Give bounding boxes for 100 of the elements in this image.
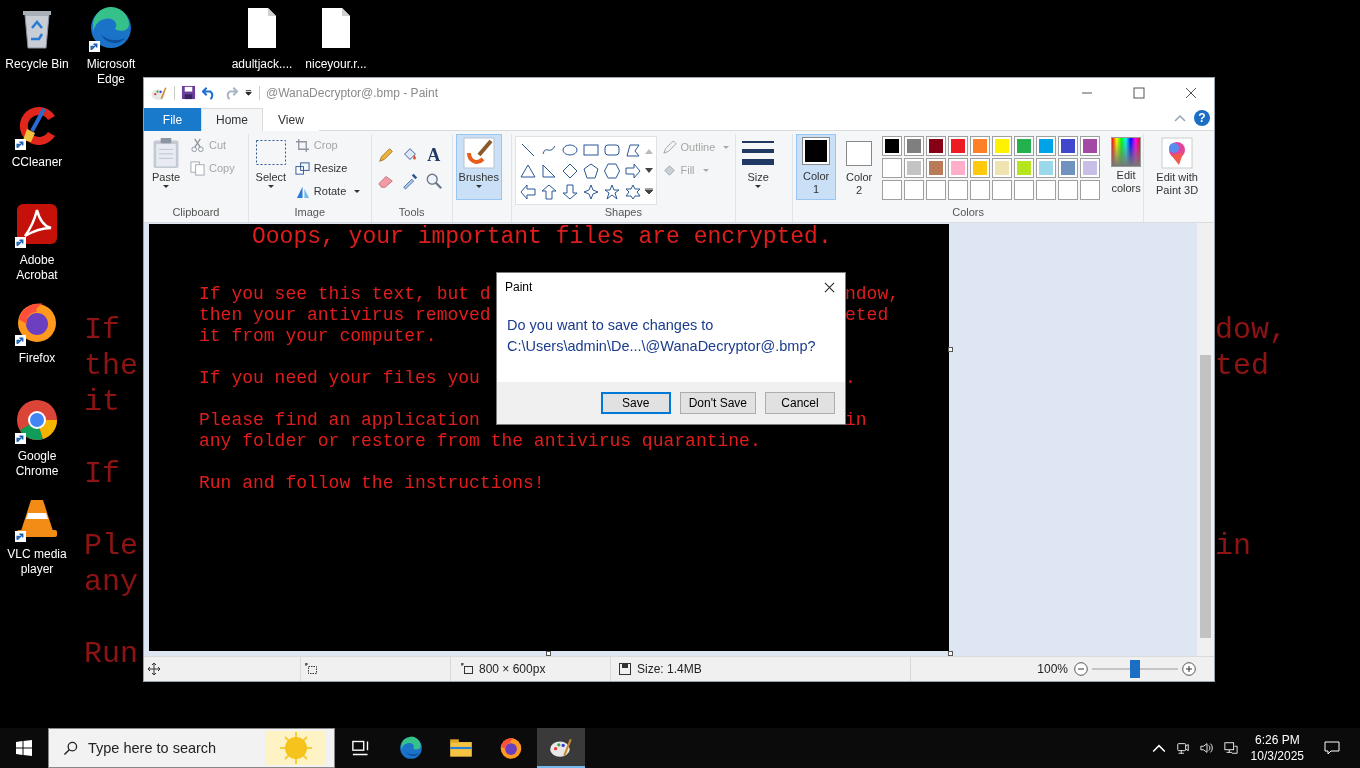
right-triangle-icon[interactable] [540,162,557,179]
zoom-in-icon[interactable] [1182,662,1196,676]
desktop-icon-label[interactable]: CCleaner [11,155,63,170]
palette-swatch[interactable] [1014,136,1035,156]
palette-swatch[interactable] [948,136,969,156]
left-arrow-icon[interactable] [519,183,536,200]
diamond-icon[interactable] [561,162,578,179]
zoom-out-icon[interactable] [1074,662,1088,676]
camera-icon[interactable] [1175,741,1190,755]
rotate-button[interactable]: Rotate [292,180,363,202]
six-point-star-icon[interactable] [624,183,641,200]
resize-handle[interactable] [546,651,551,656]
triangle-icon[interactable] [519,162,536,179]
palette-swatch[interactable] [1014,158,1035,178]
desktop-icon-label[interactable]: Adobe Acrobat [0,253,74,283]
color-2-button[interactable]: Color 2 [839,134,880,200]
pencil-icon[interactable] [376,146,395,164]
windows-start-icon[interactable] [16,740,32,756]
dialog-button[interactable]: Cancel [765,392,835,414]
desktop-icon-label[interactable]: Google Chrome [0,449,74,479]
search-field[interactable]: Type here to search [48,728,335,768]
five-point-star-icon[interactable] [603,183,620,200]
wallpaper-text: Run [84,636,138,672]
desktop-icon-label[interactable]: niceyour.r... [305,57,367,72]
brushes-button[interactable]: Brushes [455,134,502,200]
hexagon-icon[interactable] [603,162,620,179]
palette-swatch[interactable] [904,158,925,178]
resize-handle[interactable] [948,651,953,656]
select-button[interactable]: Select [251,134,290,200]
magnifier-icon[interactable] [424,172,443,190]
edit-with-paint-3d-button[interactable]: Edit with Paint 3D [1147,134,1208,200]
edit-colors-button[interactable]: Edit colors [1103,134,1150,200]
palette-swatch[interactable] [1080,136,1101,156]
vertical-scrollbar[interactable] [1197,223,1214,656]
palette-swatch[interactable] [970,136,991,156]
desktop-icon-label[interactable]: adultjack.... [231,57,293,72]
desktop-icon-label[interactable]: Microsoft Edge [74,57,148,87]
palette-swatch[interactable] [1058,136,1079,156]
speaker-icon[interactable] [1199,741,1214,755]
polygon-icon[interactable] [624,141,641,158]
down-arrow-icon[interactable] [561,183,578,200]
help-button[interactable]: ? [1194,110,1210,126]
firefox-icon [498,735,524,761]
clock-date[interactable]: 10/3/2025 [1250,748,1304,764]
size-button[interactable]: Size [739,134,778,200]
zoom-slider-thumb[interactable] [1130,660,1140,678]
four-point-star-icon[interactable] [582,183,599,200]
right-arrow-icon[interactable] [624,162,641,179]
notifications-icon[interactable] [1324,740,1340,756]
clock-time[interactable]: 6:26 PM [1254,732,1300,748]
line-icon[interactable] [519,141,536,158]
network-icon[interactable] [1223,741,1238,755]
move-icon [148,663,160,675]
palette-swatch[interactable] [882,136,903,156]
pentagon-icon[interactable] [582,162,599,179]
palette-swatch[interactable] [1036,158,1057,178]
ribbon-tab[interactable]: File [144,108,201,131]
resize-button[interactable]: Resize [292,157,363,179]
palette-swatch[interactable] [992,136,1013,156]
paste-button[interactable]: Paste [147,134,185,200]
ribbon-tab[interactable]: Home [201,108,263,131]
image-size-icon [461,663,473,675]
palette-swatch[interactable] [948,158,969,178]
desktop-icon-label[interactable]: Firefox [18,351,56,366]
palette-swatch[interactable] [1080,158,1101,178]
palette-swatch[interactable] [904,136,925,156]
wallpaper-text: ted [1215,348,1269,384]
crop-icon [294,137,310,153]
canvas-text: any folder or restore from the antivirus quarantine. [199,431,761,452]
customize-dropdown-icon[interactable] [244,88,253,97]
dialog-button[interactable]: Don't Save [679,392,756,414]
palette-swatch[interactable] [1058,158,1079,178]
palette-swatch[interactable] [992,158,1013,178]
caret-icon [267,185,274,188]
palette-swatch[interactable] [1036,136,1057,156]
wallpaper-text: If [84,312,120,348]
up-arrow-icon[interactable] [540,183,557,200]
desktop-icon-label[interactable]: VLC media player [0,547,74,577]
rounded-rectangle-icon[interactable] [603,141,620,158]
palette-swatch[interactable] [882,158,903,178]
scissors-icon [190,137,205,153]
save-icon[interactable] [181,85,196,100]
palette-swatch[interactable] [926,158,947,178]
dialog-button[interactable]: Save [600,392,671,414]
collapse-ribbon-icon[interactable] [1174,114,1186,122]
close-icon[interactable] [824,281,835,293]
scroll-down-icon[interactable] [644,167,653,174]
resize-icon [294,160,310,176]
palette-swatch[interactable] [926,136,947,156]
brush-icon [462,137,495,169]
caret-icon [475,185,482,188]
color-picker-icon[interactable] [400,172,419,190]
color-1-button[interactable]: Color 1 [796,134,837,200]
palette-swatch[interactable] [970,158,991,178]
expand-gallery-icon[interactable] [644,187,653,194]
resize-handle[interactable] [948,347,953,352]
oval-icon[interactable] [561,141,578,158]
desktop-icon-label[interactable]: Recycle Bin [5,57,69,72]
taskbar-app[interactable] [537,728,585,768]
text-tool[interactable]: A [424,146,443,164]
